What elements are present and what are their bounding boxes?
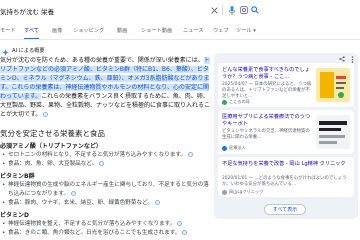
tab-images[interactable]: 画像	[52, 27, 62, 39]
search-icon[interactable]	[250, 5, 259, 15]
source-link-icon[interactable]	[70, 191, 76, 196]
ai-overview-label: AI による概要	[12, 47, 45, 54]
show-all-button[interactable]: すべて表示	[264, 204, 306, 215]
source-link-icon[interactable]	[188, 152, 194, 157]
ai-overview-intro: 気分が沈むのを防ぐため、ある種の栄養が重要で、関係が深い栄養素には、トリプトファ…	[0, 56, 210, 119]
source-card[interactable]: どんな栄養素で食事すべきなのでしょうか？うつ病と食事 - ここ… 2025/04…	[218, 63, 354, 107]
ai-overview-panel: 気分が沈むのを防ぐため、ある種の栄養が重要で、関係が深い栄養素には、トリプトファ…	[0, 56, 210, 238]
tab-tools[interactable]: ツール ▾	[236, 27, 256, 39]
tab-all[interactable]: すべて	[24, 27, 39, 39]
source-card[interactable]: 不足な気持ちを栄養で改善 - 岡山 Lg精神 クリニック 2020/01/01 …	[218, 157, 354, 197]
more-options-icon[interactable]	[348, 55, 356, 63]
source-link-icon[interactable]	[99, 161, 105, 166]
search-tabs: モード すべて 画像 ショッピング 動画 ショート動画 ニュース ウェブ ツール…	[0, 27, 360, 39]
site-favicon-icon	[222, 189, 227, 195]
tab-short-videos[interactable]: ショート動画	[141, 27, 172, 39]
sources-panel: どんな栄養素で食事すべきなのでしょうか？うつ病と食事 - ここ… 2025/04…	[214, 53, 358, 219]
source-link-icon[interactable]	[155, 200, 160, 205]
tabs-divider	[0, 39, 360, 40]
list-item: 神経伝達物質の生成や脳のエネルギー産生に関与しており、不足すると気分の落ち込みに…	[0, 181, 210, 199]
group-title: 必須アミノ酸（トリプトファンなど）	[0, 143, 102, 150]
search-divider	[222, 5, 223, 15]
list-item: 食品：きのこ類、魚介類など。日光を浴びることでも生成されます。	[0, 229, 210, 238]
share-icon[interactable]	[338, 55, 346, 63]
source-card-title[interactable]: 医療用サプリによる栄養療法でのうつやキーボト	[222, 114, 312, 128]
section-title: 気分を安定させる栄養素と食品	[0, 129, 105, 138]
source-card[interactable]: 医療用サプリによる栄養療法でのうつやキーボト ビタミンやミネラルの欠乏…神経伝達…	[218, 110, 354, 154]
source-link-icon[interactable]	[177, 221, 183, 226]
group-title: ビタミンD	[0, 212, 29, 219]
source-card-snippet: 2020/01/01 — ...どのような食事を心がければよいのでしょうか。いわ…	[222, 176, 347, 187]
tab-news[interactable]: ニュース	[183, 27, 204, 39]
list-item: 神経伝達物質を整え、不足すると気分が落ち込みやすくなります。	[0, 220, 210, 229]
clear-icon[interactable]	[210, 6, 218, 14]
list-item: 食品：肉、魚、卵、大豆製品など。	[0, 160, 210, 169]
tab-web[interactable]: ウェブ	[213, 27, 229, 39]
source-card-site: 岡山Lgクリニック	[229, 189, 264, 194]
source-thumbnail[interactable]	[316, 68, 350, 102]
site-favicon-icon	[222, 145, 227, 151]
intro-text: 気分が沈むのを防ぐため、ある種の栄養が重要で、関係が深い栄養素には、	[0, 57, 204, 64]
lens-icon[interactable]	[239, 5, 248, 15]
source-card-title[interactable]: 不足な気持ちを栄養で改善 - 岡山 Lg精神 クリニック	[222, 161, 348, 168]
source-card-snippet: ビタミンやミネラルの欠乏…神経伝達物質の生成に関わる栄養…	[222, 129, 310, 140]
tab-shopping[interactable]: ショッピング	[73, 27, 104, 39]
group-title: ビタミンB群	[0, 173, 35, 180]
source-link-icon[interactable]	[182, 230, 188, 235]
source-card-title[interactable]: どんな栄養素で食事すべきなのでしょうか？うつ病と食事 - ここ…	[222, 67, 312, 81]
source-link-icon[interactable]	[43, 112, 49, 117]
list-item: セロトニンの材料となり、不足すると気分が落ち込みやすくなります。	[0, 151, 210, 160]
source-card-site: 医療法人	[229, 145, 246, 150]
site-favicon-icon	[222, 99, 227, 105]
tab-ai-mode[interactable]: モード	[0, 27, 16, 39]
search-bar[interactable]: 気持ちが沈む 栄養	[0, 3, 259, 23]
source-card-snippet: 2025/04/07 — 日本の研究によると、うつ病のある人は、トリプトファンな…	[222, 82, 312, 99]
source-thumbnail[interactable]	[316, 115, 350, 149]
search-input[interactable]: 気持ちが沈む 栄養	[0, 6, 54, 16]
tab-videos[interactable]: 動画	[117, 27, 127, 39]
list-item: 食品：豚肉、ウナギ、玄米、納豆、卵、緑黄色野菜など。	[0, 199, 210, 208]
source-card-site: こころの耳	[229, 99, 250, 104]
microphone-icon[interactable]	[228, 5, 236, 15]
ai-overview-header: AI による概要	[2, 45, 45, 56]
